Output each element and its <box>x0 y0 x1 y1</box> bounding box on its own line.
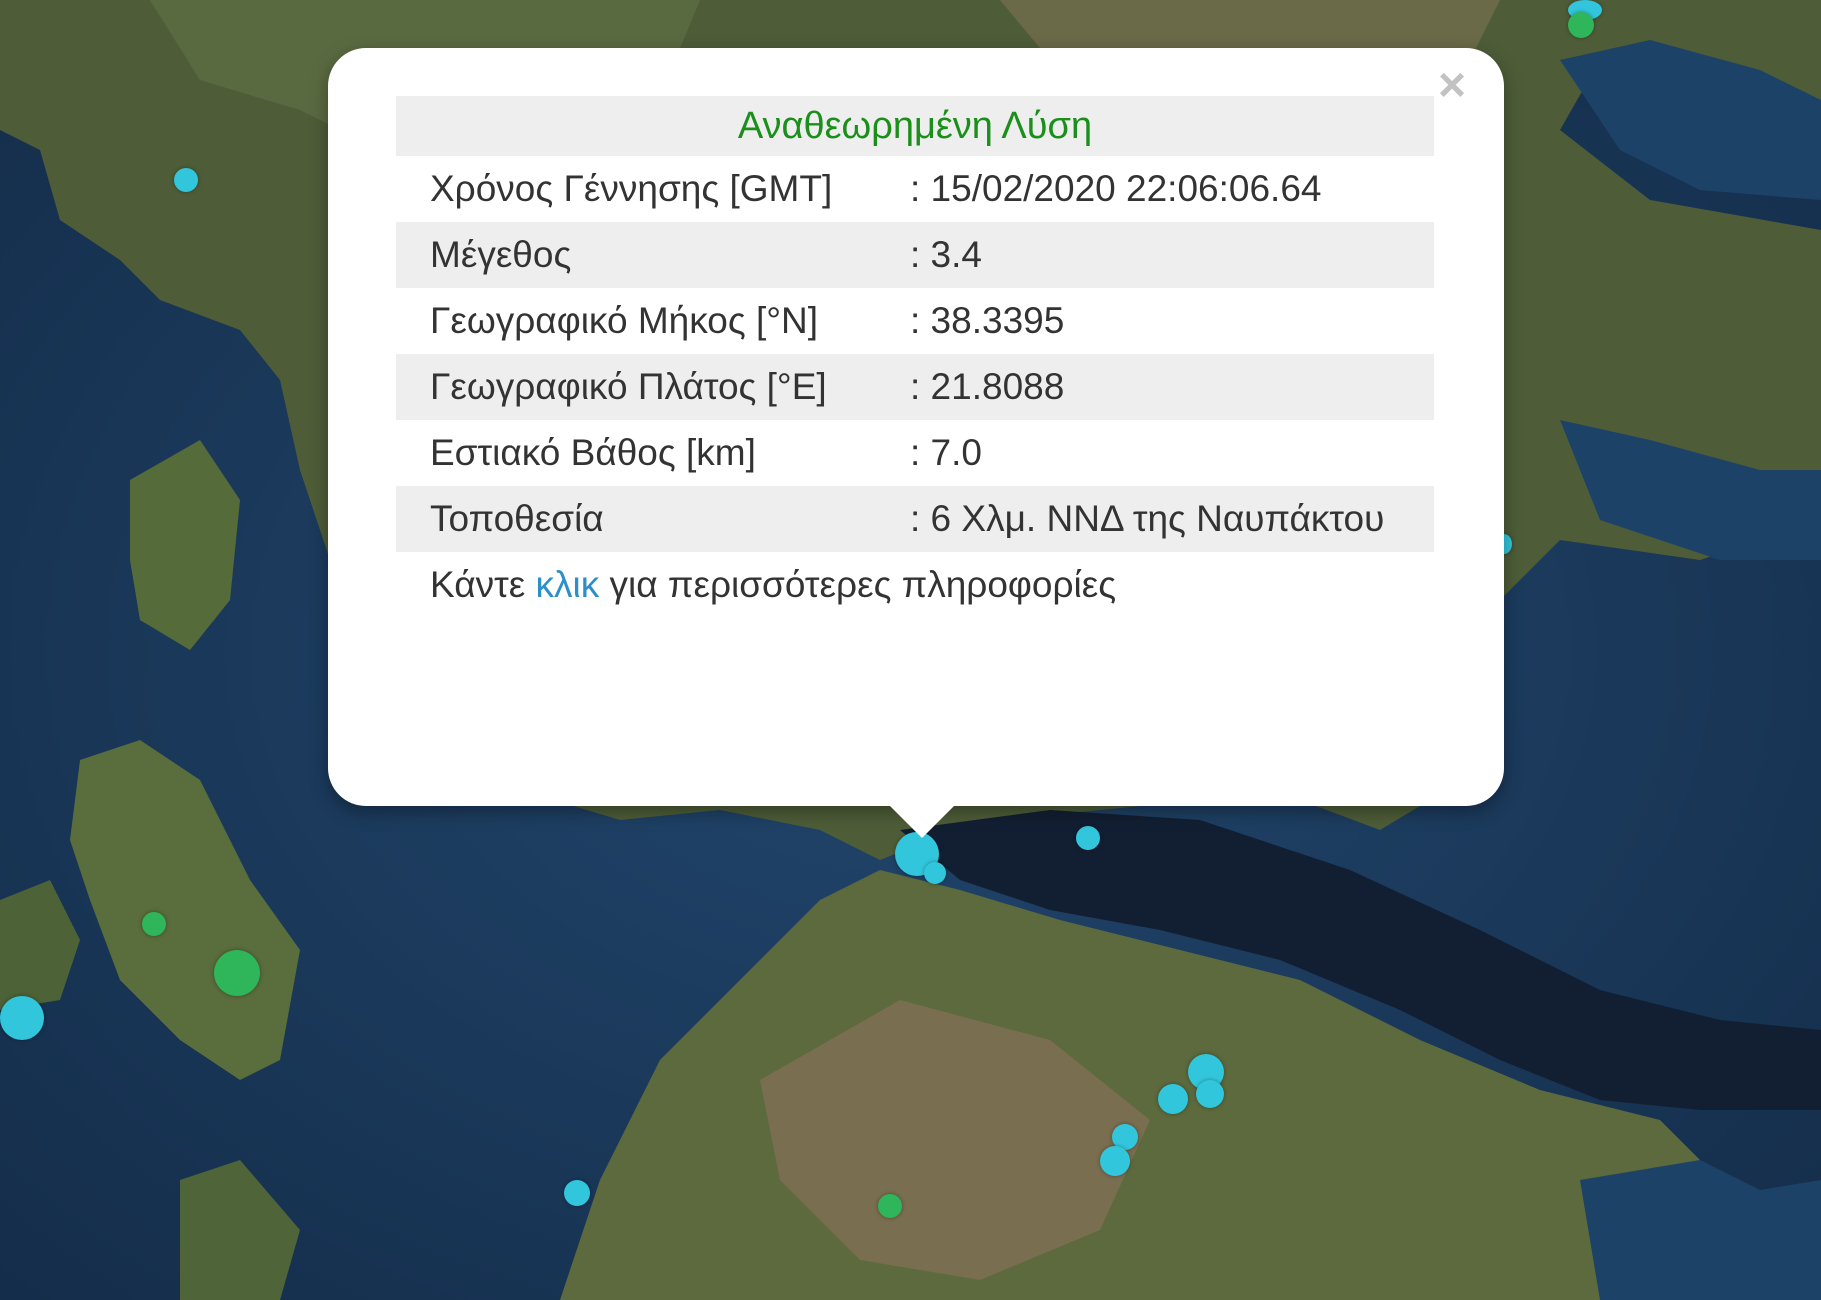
earthquake-marker[interactable] <box>1158 1084 1188 1114</box>
table-row: Μέγεθος : 3.4 <box>396 222 1434 288</box>
row-label: Γεωγραφικό Πλάτος [°E] <box>396 354 910 420</box>
table-row: Τοποθεσία : 6 Χλμ. ΝΝΔ της Ναυπάκτου <box>396 486 1434 552</box>
table-row: Χρόνος Γέννησης [GMT] : 15/02/2020 22:06… <box>396 156 1434 222</box>
earthquake-marker[interactable] <box>878 1194 902 1218</box>
earthquake-marker[interactable] <box>924 862 946 884</box>
footer-text-before: Κάντε <box>430 564 536 605</box>
close-icon[interactable]: × <box>1428 62 1476 110</box>
more-info-line: Κάντε κλικ για περισσότερες πληροφορίες <box>396 552 1434 612</box>
earthquake-marker[interactable] <box>174 168 198 192</box>
table-row: Εστιακό Βάθος [km] : 7.0 <box>396 420 1434 486</box>
earthquake-marker[interactable] <box>1568 12 1594 38</box>
more-info-link[interactable]: κλικ <box>536 564 600 605</box>
earthquake-popup: × Αναθεωρημένη Λύση Χρόνος Γέννησης [GMT… <box>328 48 1504 806</box>
row-value: : 6 Χλμ. ΝΝΔ της Ναυπάκτου <box>910 486 1434 552</box>
row-value: : 38.3395 <box>910 300 1065 341</box>
row-label: Τοποθεσία <box>396 486 910 552</box>
info-table: Χρόνος Γέννησης [GMT] : 15/02/2020 22:06… <box>396 156 1434 552</box>
earthquake-marker[interactable] <box>214 950 260 996</box>
earthquake-marker[interactable] <box>1196 1080 1224 1108</box>
row-label: Χρόνος Γέννησης [GMT] <box>430 168 833 209</box>
earthquake-marker[interactable] <box>142 912 166 936</box>
earthquake-marker[interactable] <box>564 1180 590 1206</box>
row-label: Γεωγραφικό Μήκος [°N] <box>430 300 819 341</box>
table-row: Γεωγραφικό Μήκος [°N] : 38.3395 <box>396 288 1434 354</box>
row-value: : 7.0 <box>910 432 982 473</box>
row-value: : 3.4 <box>910 222 1434 288</box>
popup-title: Αναθεωρημένη Λύση <box>396 96 1434 156</box>
row-value: : 21.8088 <box>910 354 1434 420</box>
popup-content: Αναθεωρημένη Λύση Χρόνος Γέννησης [GMT] … <box>396 96 1434 612</box>
row-value: : 15/02/2020 22:06:06.64 <box>910 168 1322 209</box>
popup-tip <box>888 804 956 838</box>
row-label: Μέγεθος <box>396 222 910 288</box>
earthquake-marker[interactable] <box>1076 826 1100 850</box>
earthquake-marker[interactable] <box>1100 1146 1130 1176</box>
row-label: Εστιακό Βάθος [km] <box>430 432 756 473</box>
footer-text-after: για περισσότερες πληροφορίες <box>599 564 1117 605</box>
earthquake-marker[interactable] <box>0 996 44 1040</box>
table-row: Γεωγραφικό Πλάτος [°E] : 21.8088 <box>396 354 1434 420</box>
satellite-map[interactable]: × Αναθεωρημένη Λύση Χρόνος Γέννησης [GMT… <box>0 0 1821 1300</box>
